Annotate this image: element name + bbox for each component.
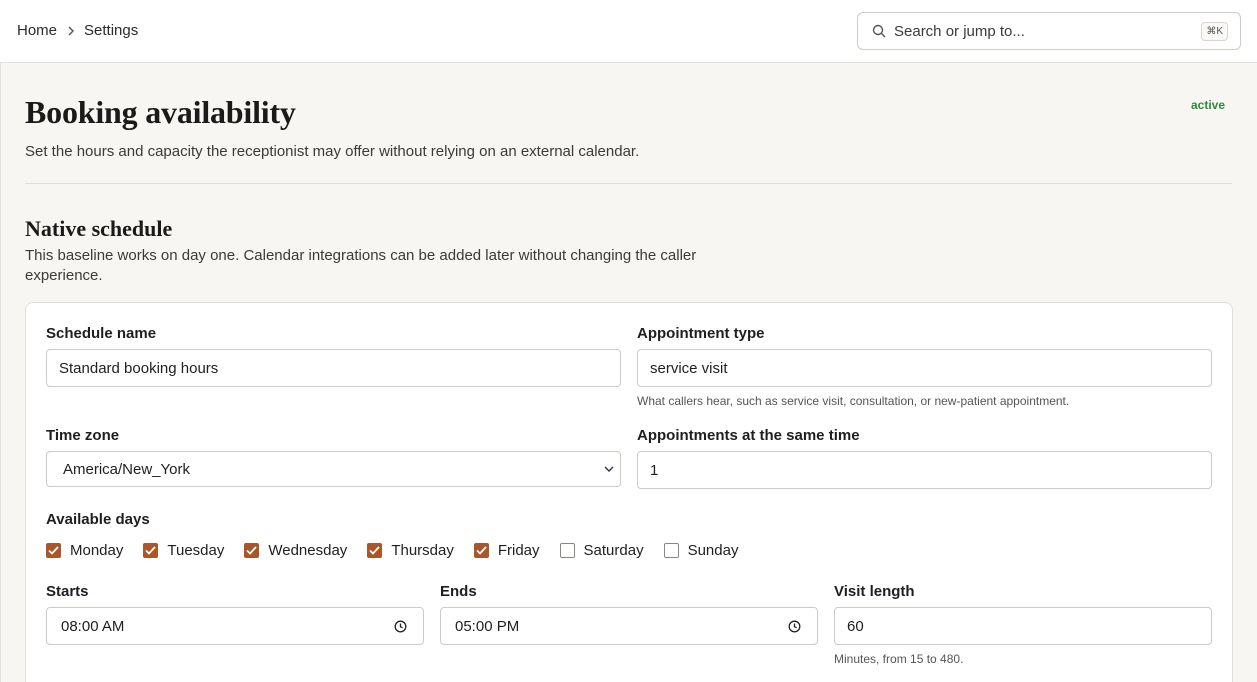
breadcrumb-settings: Settings [84, 22, 139, 39]
status-badge: active [1190, 98, 1225, 112]
clock-icon[interactable] [394, 620, 407, 633]
search-icon [872, 24, 886, 38]
page-title: Booking availability [25, 94, 296, 130]
day-label: Thursday [391, 542, 454, 559]
appointment-type-hint: What callers hear, such as service visit… [637, 394, 1070, 408]
day-saturday[interactable]: Saturday [559, 542, 644, 559]
shortcut-badge: ⌘K [1201, 22, 1228, 41]
time-zone-label: Time zone [46, 427, 120, 444]
time-zone-select[interactable]: America/New_York [46, 451, 621, 487]
breadcrumb-home[interactable]: Home [17, 22, 57, 39]
left-border [0, 63, 1, 682]
check-icon[interactable] [143, 543, 159, 558]
schedule-name-label: Schedule name [46, 325, 157, 342]
ends-value: 05:00 PM [455, 617, 520, 635]
day-label: Monday [70, 542, 124, 559]
section-title: Native schedule [25, 216, 173, 241]
search-placeholder: Search or jump to... [894, 23, 1025, 40]
day-thursday[interactable]: Thursday [367, 542, 454, 559]
page-description: Set the hours and capacity the reception… [25, 143, 640, 160]
ends-label: Ends [440, 583, 477, 600]
day-label: Wednesday [268, 542, 348, 559]
clock-icon[interactable] [788, 620, 801, 633]
chevron-right-icon [67, 26, 75, 36]
ends-time-input[interactable]: 05:00 PM [440, 607, 818, 645]
schedule-name-input[interactable]: Standard booking hours [46, 349, 621, 387]
day-label: Saturday [583, 542, 644, 559]
visit-length-hint: Minutes, from 15 to 480. [834, 652, 964, 666]
day-tuesday[interactable]: Tuesday [143, 542, 224, 559]
day-label: Friday [497, 542, 540, 559]
day-label: Tuesday [167, 542, 225, 559]
starts-value: 08:00 AM [61, 617, 125, 635]
concurrent-label: Appointments at the same time [637, 427, 860, 444]
appointment-type-input[interactable]: service visit [637, 349, 1212, 387]
available-days-label: Available days [46, 511, 150, 528]
top-bar: Home Settings Search or jump to... ⌘K [0, 0, 1257, 63]
day-friday[interactable]: Friday [473, 542, 540, 559]
concurrent-input[interactable]: 1 [637, 451, 1212, 489]
day-sunday[interactable]: Sunday [663, 542, 739, 559]
time-zone-value: America/New_York [63, 460, 190, 478]
check-icon[interactable] [473, 543, 489, 558]
check-icon[interactable] [367, 543, 383, 558]
day-wednesday[interactable]: Wednesday [244, 542, 347, 559]
check-icon[interactable] [244, 543, 260, 558]
visit-length-label: Visit length [834, 583, 915, 600]
day-label: Sunday [687, 542, 739, 559]
schedule-name-value: Standard booking hours [59, 359, 219, 377]
breadcrumb: Home Settings [17, 22, 138, 39]
search-input[interactable]: Search or jump to... ⌘K [857, 12, 1241, 50]
day-monday[interactable]: Monday [46, 542, 123, 559]
starts-time-input[interactable]: 08:00 AM [46, 607, 424, 645]
chevron-down-icon [604, 465, 614, 473]
section-description: This baseline works on day one. Calendar… [25, 247, 697, 284]
appointment-type-value: service visit [650, 359, 728, 377]
checkbox-empty[interactable] [559, 543, 575, 558]
divider [25, 183, 1232, 184]
concurrent-value: 1 [650, 461, 659, 479]
check-icon[interactable] [46, 543, 61, 558]
available-days-group: Monday Tuesday Wednesday Thursday Friday… [46, 542, 758, 559]
visit-length-input[interactable]: 60 [834, 607, 1212, 645]
appointment-type-label: Appointment type [637, 325, 765, 342]
visit-length-value: 60 [847, 617, 864, 635]
checkbox-empty[interactable] [663, 543, 679, 558]
starts-label: Starts [46, 583, 89, 600]
